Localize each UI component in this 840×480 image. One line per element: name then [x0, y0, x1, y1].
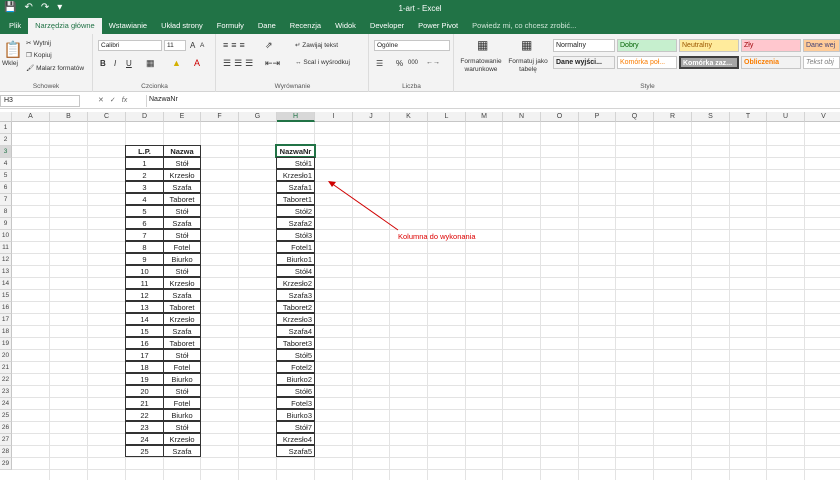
arrow-line — [330, 182, 399, 231]
annotation-arrow — [328, 181, 399, 231]
